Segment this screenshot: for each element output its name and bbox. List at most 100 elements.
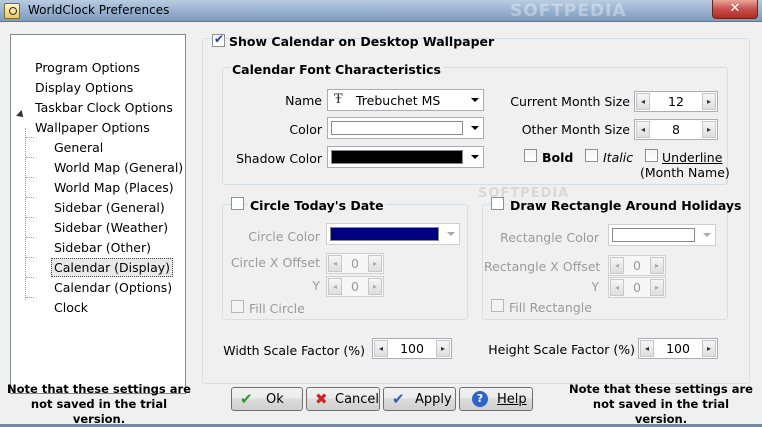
- chevron-down-icon[interactable]: [699, 225, 715, 245]
- italic-label[interactable]: Italic: [603, 150, 633, 165]
- current-month-size-spinner[interactable]: ◂ 12 ▸: [634, 91, 718, 112]
- underline-checkbox[interactable]: [645, 149, 658, 162]
- close-button[interactable]: ✕: [712, 0, 758, 19]
- tree-item-program-options[interactable]: Program Options: [33, 59, 142, 76]
- circle-today-title[interactable]: Circle Today's Date: [248, 198, 386, 213]
- fill-circle-label[interactable]: Fill Circle: [249, 301, 305, 316]
- increment-icon[interactable]: ▸: [702, 93, 716, 110]
- italic-checkbox[interactable]: [585, 149, 598, 162]
- tree-item-general[interactable]: General: [52, 139, 105, 156]
- help-button[interactable]: ? Help: [459, 387, 533, 411]
- rectangle-y-offset-label: Y: [591, 279, 599, 294]
- trial-note-left: Note that these settings are not saved i…: [7, 382, 191, 426]
- decrement-icon[interactable]: ◂: [610, 279, 624, 296]
- shadow-color-swatch: [331, 150, 463, 164]
- rectangle-y-offset-spinner[interactable]: ◂ 0 ▸: [608, 277, 666, 298]
- circle-color-picker[interactable]: [326, 223, 460, 245]
- dialog-client: Program Options Display Options Taskbar …: [0, 22, 762, 426]
- tree-connector: [26, 257, 34, 258]
- tree-connector: [26, 217, 34, 218]
- circle-x-offset-value[interactable]: 0: [343, 256, 367, 271]
- cancel-button[interactable]: ✖ Cancel: [306, 387, 380, 411]
- increment-icon[interactable]: ▸: [702, 121, 716, 138]
- increment-icon[interactable]: ▸: [436, 340, 450, 357]
- tree-item-display-options[interactable]: Display Options: [33, 79, 135, 96]
- cancel-button-label: Cancel: [335, 392, 380, 407]
- decrement-icon[interactable]: ◂: [374, 340, 388, 357]
- decrement-icon[interactable]: ◂: [328, 255, 342, 272]
- tree-item-taskbar-clock-options[interactable]: Taskbar Clock Options: [33, 99, 175, 116]
- rectangle-color-picker[interactable]: [608, 224, 716, 246]
- check-icon: ✔: [240, 390, 253, 408]
- decrement-icon[interactable]: ◂: [610, 257, 624, 274]
- apply-button[interactable]: ✔ Apply: [383, 387, 456, 411]
- tree-item-calendar-options[interactable]: Calendar (Options): [52, 279, 174, 296]
- chevron-down-icon[interactable]: [467, 118, 483, 138]
- tree-item-world-map-places[interactable]: World Map (Places): [52, 179, 176, 196]
- tree-item-clock[interactable]: Clock: [52, 299, 90, 316]
- increment-icon[interactable]: ▸: [368, 278, 382, 295]
- font-color-label: Color: [289, 122, 322, 137]
- increment-icon[interactable]: ▸: [368, 255, 382, 272]
- height-scale-value[interactable]: 100: [655, 341, 701, 356]
- tree-item-world-map-general[interactable]: World Map (General): [52, 159, 185, 176]
- rectangle-color-label: Rectangle Color: [500, 230, 599, 245]
- other-month-size-spinner[interactable]: ◂ 8 ▸: [634, 119, 718, 140]
- circle-today-checkbox[interactable]: [231, 197, 244, 210]
- current-month-size-value[interactable]: 12: [651, 94, 701, 109]
- fill-rectangle-label[interactable]: Fill Rectangle: [509, 300, 592, 315]
- watermark-text: SOFTPEDIA: [510, 1, 627, 21]
- other-month-size-value[interactable]: 8: [651, 122, 701, 137]
- shadow-color-label: Shadow Color: [236, 151, 322, 166]
- chevron-down-icon[interactable]: [443, 224, 459, 244]
- tree-item-calendar-display[interactable]: Calendar (Display): [51, 258, 174, 277]
- show-calendar-label[interactable]: Show Calendar on Desktop Wallpaper: [229, 34, 494, 49]
- rectangle-x-offset-value[interactable]: 0: [625, 258, 649, 273]
- tree-item-sidebar-general[interactable]: Sidebar (General): [52, 199, 167, 216]
- font-name-label: Name: [285, 93, 322, 108]
- tree-item-sidebar-other[interactable]: Sidebar (Other): [52, 239, 153, 256]
- decrement-icon[interactable]: ◂: [636, 93, 650, 110]
- double-check-icon: ✔: [392, 390, 405, 408]
- fill-circle-checkbox[interactable]: [231, 300, 244, 313]
- chevron-down-icon[interactable]: [467, 90, 483, 110]
- increment-icon[interactable]: ▸: [702, 340, 716, 357]
- rectangle-y-offset-value[interactable]: 0: [625, 280, 649, 295]
- circle-y-offset-value[interactable]: 0: [343, 279, 367, 294]
- circle-y-offset-spinner[interactable]: ◂ 0 ▸: [326, 276, 384, 297]
- expand-arrow-icon[interactable]: [16, 110, 26, 120]
- trial-note-right: Note that these settings are not saved i…: [569, 382, 753, 426]
- font-color-picker[interactable]: [327, 117, 484, 139]
- decrement-icon[interactable]: ◂: [636, 121, 650, 138]
- increment-icon[interactable]: ▸: [650, 257, 664, 274]
- tree-item-wallpaper-options[interactable]: Wallpaper Options: [33, 119, 152, 136]
- increment-icon[interactable]: ▸: [650, 279, 664, 296]
- font-name-dropdown[interactable]: Ŧ Trebuchet MS: [327, 89, 484, 111]
- rectangle-x-offset-spinner[interactable]: ◂ 0 ▸: [608, 255, 666, 276]
- circle-x-offset-spinner[interactable]: ◂ 0 ▸: [326, 253, 384, 274]
- circle-color-swatch: [330, 227, 439, 241]
- tree-connector: [26, 177, 34, 178]
- title-bar: WorldClock Preferences SOFTPEDIA ✕: [0, 0, 762, 22]
- underline-label[interactable]: Underline: [662, 150, 722, 165]
- other-month-size-label: Other Month Size: [521, 122, 630, 137]
- font-group-title: Calendar Font Characteristics: [230, 62, 443, 77]
- tree-item-sidebar-weather[interactable]: Sidebar (Weather): [52, 219, 170, 236]
- shadow-color-picker[interactable]: [327, 146, 484, 168]
- height-scale-spinner[interactable]: ◂ 100 ▸: [638, 338, 718, 359]
- circle-color-label: Circle Color: [248, 229, 320, 244]
- ok-button[interactable]: ✔ Ok: [231, 387, 303, 411]
- decrement-icon[interactable]: ◂: [640, 340, 654, 357]
- fill-rectangle-checkbox[interactable]: [491, 299, 504, 312]
- chevron-down-icon[interactable]: [467, 147, 483, 167]
- width-scale-value[interactable]: 100: [389, 341, 435, 356]
- show-calendar-checkbox[interactable]: [212, 32, 225, 47]
- width-scale-spinner[interactable]: ◂ 100 ▸: [372, 338, 452, 359]
- ok-button-label: Ok: [266, 392, 284, 407]
- options-tree[interactable]: Program Options Display Options Taskbar …: [10, 34, 186, 394]
- decrement-icon[interactable]: ◂: [328, 278, 342, 295]
- rectangle-color-swatch: [612, 228, 695, 242]
- bold-checkbox[interactable]: [524, 149, 537, 162]
- rectangle-x-offset-label: Rectangle X Offset: [484, 259, 601, 274]
- bold-label[interactable]: Bold: [542, 150, 573, 165]
